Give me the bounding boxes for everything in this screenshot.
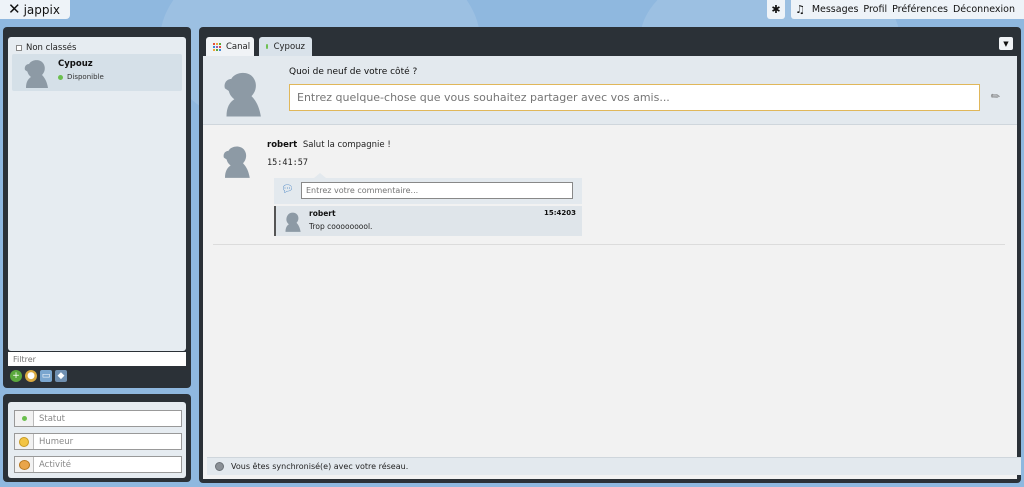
chat-bubbles-icon[interactable]: ▭ [40, 370, 52, 382]
comment-avatar [285, 212, 301, 232]
menu-profil[interactable]: Profil [863, 4, 887, 15]
add-contact-icon[interactable]: + [10, 370, 22, 382]
comments-block: 💬︎ robert 15:4203 Trop cooooooool. [274, 173, 582, 238]
buddy-name: Cypouz [58, 59, 93, 69]
post-avatar [223, 146, 250, 178]
microblog-post: robert Salut la compagnie ! 15:41:57 💬︎ … [203, 125, 1017, 245]
comment-input[interactable] [301, 182, 573, 199]
online-dot-icon [58, 74, 63, 80]
comment-author[interactable]: robert [309, 209, 336, 218]
menu-deconnexion[interactable]: Déconnexion [953, 4, 1015, 15]
tab-canal-label: Canal [226, 41, 251, 52]
tab-cypouz[interactable]: Cypouz [259, 37, 312, 56]
status-input[interactable]: Statut [34, 414, 65, 424]
mood-input[interactable]: Humeur [34, 437, 73, 447]
asterisk-icon[interactable]: ✱ [767, 0, 785, 19]
join-groupchat-icon[interactable]: ● [25, 370, 37, 382]
post-author[interactable]: robert [267, 140, 297, 150]
post-time: 15:41:57 [267, 158, 308, 168]
post-body: Salut la compagnie ! [302, 140, 391, 150]
roster-group-header[interactable]: Non classés [16, 43, 76, 53]
buddy-status-text: Disponible [67, 73, 104, 81]
comment-bubbles-icon: 💬︎ [281, 184, 294, 195]
buddy-status: Disponible [58, 73, 104, 81]
roster-list: Non classés Cypouz Disponible [8, 37, 186, 351]
comment-box: 💬︎ [274, 178, 582, 204]
mood-field[interactable]: Humeur [14, 433, 182, 450]
online-dot-icon [266, 44, 268, 49]
presence-pane: Statut Humeur Activité [3, 394, 191, 482]
tab-cypouz-label: Cypouz [273, 41, 305, 52]
jappix-logo[interactable]: ✕ jappix [0, 0, 70, 19]
comment-text: Trop cooooooool. [309, 222, 373, 231]
activity-input[interactable]: Activité [34, 460, 71, 470]
roster-pane: Non classés Cypouz Disponible + ● ▭ ◆ [3, 27, 191, 388]
logo-text: jappix [23, 2, 60, 17]
share-box: Quoi de neuf de votre côté ? ✎ [203, 56, 1017, 125]
status-icon [15, 411, 34, 426]
post-divider [213, 244, 1005, 245]
top-bar: ✕ jappix ✱ ♫ Messages Profil Préférences… [0, 0, 1024, 19]
chevron-down-icon[interactable]: ▼ [999, 37, 1013, 50]
filter-input[interactable] [8, 352, 186, 366]
comment-item: robert 15:4203 Trop cooooooool. [274, 206, 582, 236]
channel-grid-icon [213, 42, 221, 51]
tag-icon[interactable]: ◆ [55, 370, 67, 382]
comment-time: 15:4203 [543, 209, 576, 217]
status-field[interactable]: Statut [14, 410, 182, 427]
menu-messages[interactable]: Messages [812, 4, 859, 15]
group-label: Non classés [26, 43, 77, 53]
jappix-logo-icon: ✕ [8, 0, 21, 18]
mood-smiley-icon [15, 434, 34, 449]
sync-icon [215, 462, 224, 471]
main-pane: Canal Cypouz ▼ Quoi de neuf de votre côt… [199, 27, 1021, 483]
post-text: robert Salut la compagnie ! [267, 140, 391, 150]
group-toggle-icon [16, 45, 22, 51]
sync-text: Vous êtes synchronisé(e) avec votre rése… [231, 462, 409, 471]
activity-icon [15, 457, 34, 472]
share-input[interactable] [289, 84, 980, 111]
roster-tools: + ● ▭ ◆ [10, 370, 70, 382]
sync-footer: Vous êtes synchronisé(e) avec votre rése… [207, 457, 1021, 475]
paperclip-icon[interactable]: ✎ [988, 89, 1003, 105]
channel-content: Quoi de neuf de votre côté ? ✎ robert Sa… [203, 56, 1021, 479]
buddy-avatar [24, 60, 48, 88]
user-avatar [224, 72, 261, 117]
presence-inner: Statut Humeur Activité [8, 402, 186, 478]
activity-field[interactable]: Activité [14, 456, 182, 473]
top-menu: Messages Profil Préférences Déconnexion [802, 0, 1024, 19]
tab-canal[interactable]: Canal [206, 37, 254, 56]
roster-buddy-cypouz[interactable]: Cypouz Disponible [12, 54, 182, 91]
share-title: Quoi de neuf de votre côté ? [289, 67, 418, 77]
menu-preferences[interactable]: Préférences [892, 4, 948, 15]
